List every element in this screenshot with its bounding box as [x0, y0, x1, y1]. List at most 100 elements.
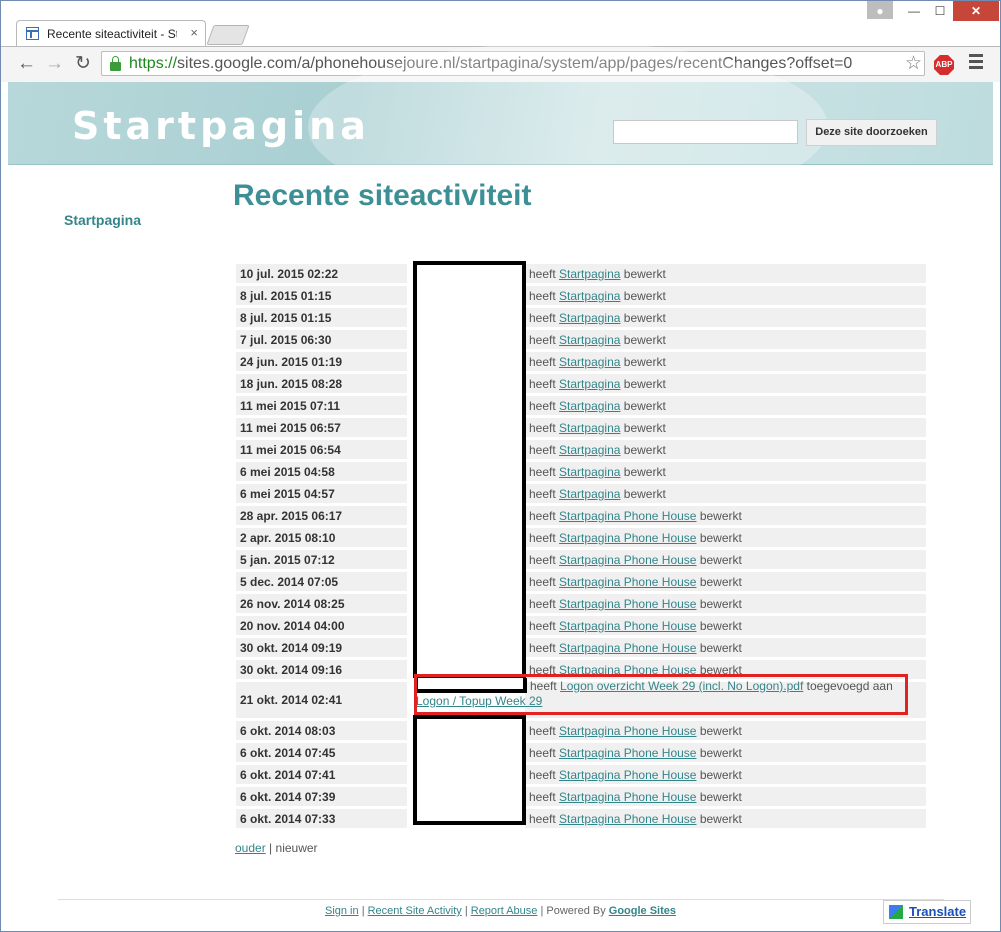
page-link[interactable]: Startpagina Phone House [559, 531, 696, 545]
page-link[interactable]: Startpagina [559, 443, 620, 457]
activity-verb: heeft [529, 464, 556, 479]
page-link[interactable]: Startpagina [559, 289, 620, 303]
pager-separator: | [269, 841, 273, 855]
page-link[interactable]: Startpagina [559, 267, 620, 281]
table-row: 6 mei 2015 04:58 heeft Startpagina bewerk… [236, 462, 926, 481]
sign-in-link[interactable]: Sign in [325, 905, 359, 917]
maximize-button[interactable]: ☐ [927, 1, 953, 21]
page-link[interactable]: Startpagina [559, 465, 620, 479]
activity-verb: heeft [529, 767, 556, 782]
activity-date: 30 okt. 2014 09:19 [236, 638, 407, 657]
table-row: 6 mei 2015 04:57 heeft Startpagina bewerk… [236, 484, 926, 503]
activity-description: heeft Startpagina Phone House bewerkt [525, 528, 926, 547]
footer-sep: | [361, 905, 365, 917]
table-row: 11 mei 2015 06:57 heeft Startpagina bewer… [236, 418, 926, 437]
table-row: 8 jul. 2015 01:15 heeft Startpagina bewer… [236, 286, 926, 305]
browser-window: Recente siteactiviteit - Sta × ● — ☐ ✕ ←… [0, 0, 1001, 932]
page-link[interactable]: Startpagina [559, 355, 620, 369]
activity-date: 30 okt. 2014 09:16 [236, 660, 407, 679]
activity-verb: heeft [529, 420, 556, 435]
activity-date: 8 jul. 2015 01:15 [236, 286, 407, 305]
page-link[interactable]: Startpagina Phone House [559, 641, 696, 655]
page-link[interactable]: Startpagina Phone House [559, 575, 696, 589]
activity-action: bewerkt [623, 464, 666, 479]
new-tab-button[interactable] [206, 25, 250, 45]
translate-button[interactable]: Translate [883, 900, 971, 924]
table-row: 28 apr. 2015 06:17 heeft Startpagina Phon… [236, 506, 926, 525]
page-link[interactable]: Startpagina [559, 333, 620, 347]
table-row: 30 okt. 2014 09:19 heeft Startpagina Phon… [236, 638, 926, 657]
page-link[interactable]: Startpagina Phone House [559, 597, 696, 611]
activity-description: heeft Startpagina Phone House bewerkt [525, 809, 926, 828]
close-window-button[interactable]: ✕ [953, 1, 999, 21]
table-row: 6 okt. 2014 07:45 heeft Startpagina Phone… [236, 743, 926, 762]
activity-date: 6 okt. 2014 07:39 [236, 787, 407, 806]
page-link[interactable]: Startpagina [559, 421, 620, 435]
page-link[interactable]: Startpagina Phone House [559, 790, 696, 804]
activity-action: bewerkt [699, 640, 742, 655]
activity-description: heeft Startpagina bewerkt [525, 264, 926, 283]
google-translate-icon [889, 905, 903, 919]
table-row: 6 okt. 2014 08:03 heeft Startpagina Phone… [236, 721, 926, 740]
page-link[interactable]: Startpagina Phone House [559, 619, 696, 633]
close-tab-icon[interactable]: × [190, 25, 198, 40]
minimize-button[interactable]: — [901, 1, 927, 21]
activity-description: heeft Startpagina Phone House bewerkt [525, 616, 926, 635]
activity-date: 5 dec. 2014 07:05 [236, 572, 407, 591]
page-link[interactable]: Startpagina [559, 399, 620, 413]
activity-date: 6 mei 2015 04:58 [236, 462, 407, 481]
page-link[interactable]: Startpagina [559, 377, 620, 391]
pagination: ouder | nieuwer [235, 841, 318, 855]
activity-description: heeft Startpagina Phone House bewerkt [525, 787, 926, 806]
browser-menu-icon[interactable] [969, 54, 983, 72]
site-title[interactable]: Startpagina [72, 104, 370, 148]
google-sites-link[interactable]: Google Sites [609, 905, 676, 917]
page-link[interactable]: Startpagina Phone House [559, 724, 696, 738]
adblock-icon[interactable]: ABP [934, 55, 954, 75]
activity-description: heeft Startpagina Phone House bewerkt [525, 550, 926, 569]
site-search-button[interactable]: Deze site doorzoeken [806, 119, 937, 146]
tab-strip: Recente siteactiviteit - Sta × ● — ☐ ✕ [1, 1, 1000, 47]
sidebar-item-startpagina[interactable]: Startpagina [64, 212, 141, 228]
activity-date: 6 mei 2015 04:57 [236, 484, 407, 503]
activity-verb: heeft [529, 530, 556, 545]
activity-description: heeft Startpagina bewerkt [525, 374, 926, 393]
page-link[interactable]: Startpagina Phone House [559, 553, 696, 567]
activity-description: heeft Startpagina bewerkt [525, 484, 926, 503]
site-search-input[interactable] [613, 120, 798, 144]
translate-label: Translate [909, 904, 967, 919]
activity-date: 18 jun. 2015 08:28 [236, 374, 407, 393]
activity-date: 28 apr. 2015 06:17 [236, 506, 407, 525]
activity-date: 7 jul. 2015 06:30 [236, 330, 407, 349]
activity-action: bewerkt [623, 420, 666, 435]
activity-verb: heeft [529, 486, 556, 501]
activity-date: 2 apr. 2015 08:10 [236, 528, 407, 547]
report-abuse-link[interactable]: Report Abuse [471, 905, 538, 917]
page-link[interactable]: Startpagina [559, 311, 620, 325]
activity-action: bewerkt [699, 723, 742, 738]
activity-action: bewerkt [699, 574, 742, 589]
page-link[interactable]: Startpagina Phone House [559, 746, 696, 760]
page-link[interactable]: Startpagina [559, 487, 620, 501]
browser-tab[interactable]: Recente siteactiviteit - Sta × [16, 20, 206, 47]
bookmark-star-icon[interactable]: ☆ [905, 52, 922, 75]
page-link[interactable]: Startpagina Phone House [559, 768, 696, 782]
table-row: 5 jan. 2015 07:12 heeft Startpagina Phone… [236, 550, 926, 569]
activity-description: heeft Startpagina Phone House bewerkt [525, 594, 926, 613]
activity-action: bewerkt [623, 486, 666, 501]
activity-description: heeft Startpagina bewerkt [525, 462, 926, 481]
page-link[interactable]: Startpagina Phone House [559, 509, 696, 523]
table-row: 7 jul. 2015 06:30 heeft Startpagina bewer… [236, 330, 926, 349]
reload-icon[interactable]: ↻ [75, 53, 91, 75]
footer-sep: | [464, 905, 468, 917]
page-link[interactable]: Startpagina Phone House [559, 812, 696, 826]
activity-verb: heeft [529, 266, 556, 281]
activity-date: 6 okt. 2014 07:41 [236, 765, 407, 784]
forward-icon[interactable]: → [45, 53, 64, 75]
recent-activity-link[interactable]: Recent Site Activity [368, 905, 462, 917]
activity-date: 11 mei 2015 06:54 [236, 440, 407, 459]
user-profile-icon[interactable]: ● [867, 1, 893, 19]
older-link[interactable]: ouder [235, 841, 266, 855]
back-icon[interactable]: ← [17, 53, 36, 75]
activity-verb: heeft [529, 596, 556, 611]
